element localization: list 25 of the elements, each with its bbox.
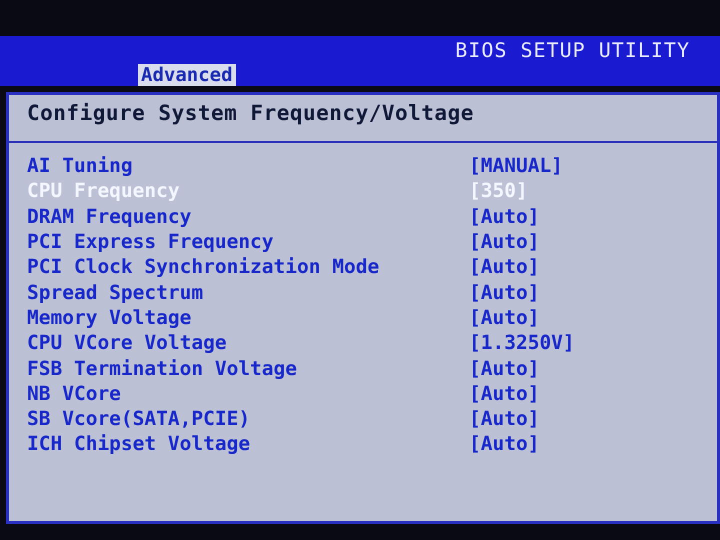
- setting-value[interactable]: [Auto]: [469, 407, 540, 430]
- setting-label[interactable]: PCI Clock Synchronization Mode: [27, 255, 469, 278]
- setting-label[interactable]: SB Vcore(SATA,PCIE): [27, 407, 469, 430]
- setting-label[interactable]: DRAM Frequency: [27, 204, 469, 228]
- tab[interactable]: Advanced: [138, 64, 236, 86]
- section-heading: Configure System Frequency/Voltage: [27, 101, 475, 125]
- setting-value[interactable]: [MANUAL]: [469, 154, 563, 178]
- setting-label[interactable]: Spread Spectrum: [27, 280, 469, 304]
- setting-value[interactable]: [Auto]: [469, 280, 540, 304]
- setting-label[interactable]: AI Tuning: [27, 154, 469, 178]
- setting-label[interactable]: PCI Express Frequency: [27, 230, 469, 254]
- setting-label[interactable]: Memory Voltage: [27, 306, 469, 329]
- setting-label[interactable]: ICH Chipset Voltage: [27, 432, 469, 456]
- setting-label[interactable]: CPU VCore Voltage: [27, 331, 469, 354]
- setting-value[interactable]: [Auto]: [469, 255, 540, 278]
- setting-value[interactable]: [Auto]: [469, 356, 540, 380]
- setting-value[interactable]: [Auto]: [469, 306, 540, 329]
- setting-label[interactable]: FSB Termination Voltage: [27, 356, 469, 380]
- setting-value[interactable]: [Auto]: [469, 432, 540, 456]
- window-title: BIOS SETUP UTILITY: [455, 38, 690, 62]
- setting-label[interactable]: NB VCore: [27, 382, 469, 405]
- setting-value[interactable]: [1.3250V]: [469, 331, 575, 354]
- setting-value[interactable]: [Auto]: [469, 230, 540, 254]
- setting-value[interactable]: [Auto]: [469, 204, 540, 228]
- setting-value[interactable]: [Auto]: [469, 382, 540, 405]
